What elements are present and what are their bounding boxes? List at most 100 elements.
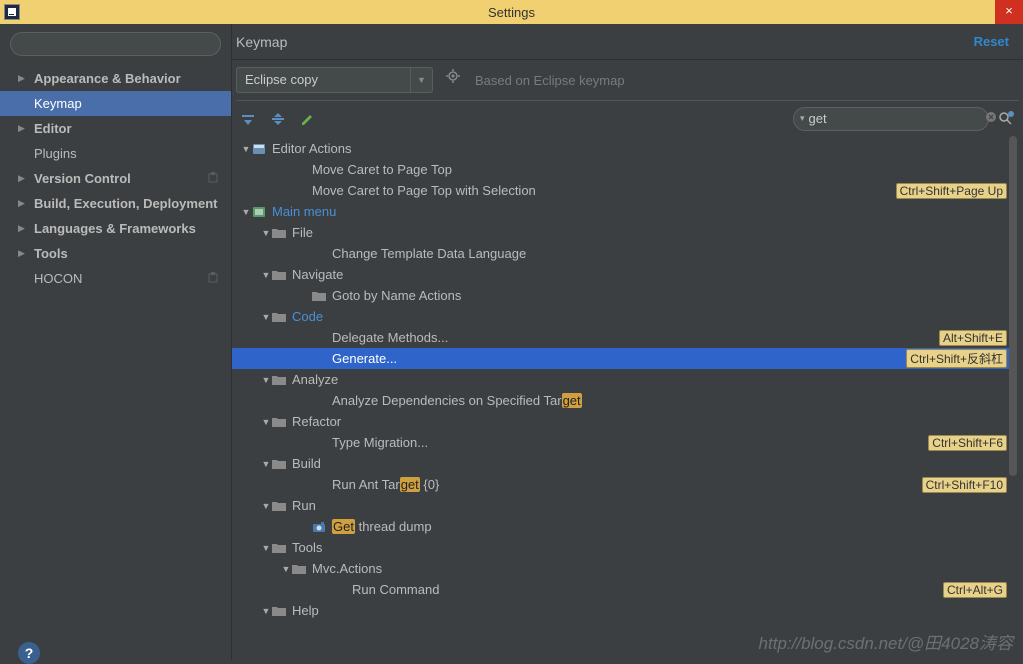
tree-label: Tools bbox=[292, 540, 322, 555]
find-by-shortcut-icon[interactable] bbox=[997, 110, 1015, 128]
sidebar-item-label: Editor bbox=[34, 121, 72, 136]
close-button[interactable]: × bbox=[995, 0, 1023, 24]
tree-row[interactable]: Run Ant Target {0} Ctrl+Shift+F10 bbox=[232, 474, 1017, 495]
sidebar-item-plugins[interactable]: Plugins bbox=[0, 141, 231, 166]
expand-tree-icon[interactable] bbox=[240, 111, 256, 127]
help-icon[interactable]: ? bbox=[18, 642, 40, 664]
expand-arrow-icon: ▶ bbox=[18, 123, 28, 134]
tree-row[interactable]: ▼Main menu bbox=[232, 201, 1017, 222]
tree-node-icon bbox=[272, 373, 288, 387]
expand-arrow-icon: ▶ bbox=[18, 173, 28, 184]
tree-row[interactable]: ▼Analyze bbox=[232, 369, 1017, 390]
sidebar-item-keymap[interactable]: Keymap bbox=[0, 91, 231, 116]
tree-label: Mvc.Actions bbox=[312, 561, 382, 576]
sidebar-search-input[interactable] bbox=[10, 32, 221, 56]
keymap-select[interactable]: Eclipse copy ▼ bbox=[236, 67, 433, 93]
sidebar-item-tools[interactable]: ▶Tools bbox=[0, 241, 231, 266]
sidebar-item-build-execution-deployment[interactable]: ▶Build, Execution, Deployment bbox=[0, 191, 231, 216]
window-title: Settings bbox=[488, 5, 535, 20]
action-search-box[interactable]: ▾ bbox=[793, 107, 989, 131]
tree-arrow-icon: ▼ bbox=[260, 228, 272, 238]
sidebar-item-editor[interactable]: ▶ Editor bbox=[0, 116, 231, 141]
collapse-tree-icon[interactable] bbox=[270, 111, 286, 127]
action-search-input[interactable] bbox=[805, 111, 985, 126]
tree-arrow-icon: ▼ bbox=[260, 375, 272, 385]
sidebar-item-label: HOCON bbox=[34, 271, 82, 286]
scrollbar[interactable] bbox=[1009, 136, 1017, 660]
tree-row[interactable]: ▼File bbox=[232, 222, 1017, 243]
sidebar-item-appearance-behavior[interactable]: ▶Appearance & Behavior bbox=[0, 66, 231, 91]
gear-icon[interactable] bbox=[441, 68, 465, 92]
tree-node-icon bbox=[272, 226, 288, 240]
tree-row[interactable]: Delegate Methods...Alt+Shift+E bbox=[232, 327, 1017, 348]
tree-row[interactable]: Run CommandCtrl+Alt+G bbox=[232, 579, 1017, 600]
sidebar-item-hocon[interactable]: HOCON bbox=[0, 266, 231, 291]
tree-row[interactable]: ▼ Tools bbox=[232, 537, 1017, 558]
tree-row[interactable]: Move Caret to Page Top with SelectionCtr… bbox=[232, 180, 1017, 201]
sidebar-item-languages-frameworks[interactable]: ▶Languages & Frameworks bbox=[0, 216, 231, 241]
tree-node-icon bbox=[312, 247, 328, 261]
tree-row[interactable]: ▼Run bbox=[232, 495, 1017, 516]
shortcut-badge: Ctrl+Shift+F6 bbox=[928, 435, 1007, 451]
tree-row[interactable]: ▼ Mvc.Actions bbox=[232, 558, 1017, 579]
tree-node-icon bbox=[312, 394, 328, 408]
tree-row[interactable]: ▼Editor Actions bbox=[232, 138, 1017, 159]
tree-node-icon bbox=[272, 415, 288, 429]
tree-arrow-icon: ▼ bbox=[260, 417, 272, 427]
tree-node-icon bbox=[272, 541, 288, 555]
edit-icon[interactable] bbox=[300, 111, 316, 127]
tree-arrow-icon: ▼ bbox=[280, 564, 292, 574]
breadcrumb: Keymap bbox=[236, 34, 287, 50]
reset-link[interactable]: Reset bbox=[974, 34, 1009, 49]
tree-label: Build bbox=[292, 456, 321, 471]
tree-arrow-icon: ▼ bbox=[260, 312, 272, 322]
content-panel: Keymap Reset Eclipse copy ▼ Based on Ecl… bbox=[232, 24, 1023, 660]
tree-node-icon bbox=[312, 520, 328, 534]
tree-label: Main menu bbox=[272, 204, 336, 219]
tree-node-icon bbox=[292, 163, 308, 177]
tree-row[interactable]: ▼ Refactor bbox=[232, 411, 1017, 432]
tree-label: Analyze Dependencies on Specified Target bbox=[332, 393, 582, 408]
sidebar-item-label: Plugins bbox=[34, 146, 77, 161]
tree-arrow-icon: ▼ bbox=[260, 543, 272, 553]
sidebar-item-label: Appearance & Behavior bbox=[34, 71, 181, 86]
tree-node-icon bbox=[332, 583, 348, 597]
app-icon bbox=[4, 4, 20, 20]
shortcut-badge: Ctrl+Shift+Page Up bbox=[896, 183, 1007, 199]
tree-node-icon bbox=[312, 436, 328, 450]
tree-label: Goto by Name Actions bbox=[332, 288, 461, 303]
sidebar-item-label: Version Control bbox=[34, 171, 131, 186]
tree-row[interactable]: ▼Build bbox=[232, 453, 1017, 474]
tree-label: Run Command bbox=[352, 582, 439, 597]
shortcut-badge: Ctrl+Shift+F10 bbox=[922, 477, 1007, 493]
sidebar-item-label: Keymap bbox=[34, 96, 82, 111]
tree-row[interactable]: Goto by Name Actions bbox=[232, 285, 1017, 306]
tree-row[interactable]: Analyze Dependencies on Specified Target bbox=[232, 390, 1017, 411]
sidebar-item-label: Languages & Frameworks bbox=[34, 221, 196, 236]
action-tree[interactable]: ▼Editor Actions Move Caret to Page Top Mov… bbox=[232, 136, 1017, 660]
shortcut-badge: Ctrl+Shift+反斜杠 bbox=[906, 349, 1007, 368]
tree-node-icon bbox=[292, 184, 308, 198]
tree-row[interactable]: Generate...Ctrl+Shift+反斜杠 bbox=[232, 348, 1017, 369]
tree-row[interactable]: Change Template Data Language bbox=[232, 243, 1017, 264]
tree-arrow-icon: ▼ bbox=[260, 606, 272, 616]
tree-label: Refactor bbox=[292, 414, 341, 429]
shortcut-badge: Alt+Shift+E bbox=[939, 330, 1007, 346]
chevron-down-icon[interactable]: ▼ bbox=[411, 67, 433, 93]
tree-row[interactable]: Get thread dump bbox=[232, 516, 1017, 537]
tree-label: Run Ant Target {0} bbox=[332, 477, 439, 492]
tree-row[interactable]: ▼ Code bbox=[232, 306, 1017, 327]
tree-label: Code bbox=[292, 309, 323, 324]
tree-row[interactable]: Type Migration...Ctrl+Shift+F6 bbox=[232, 432, 1017, 453]
tree-row[interactable]: ▼Navigate bbox=[232, 264, 1017, 285]
tree-node-icon bbox=[272, 268, 288, 282]
keymap-value: Eclipse copy bbox=[236, 67, 411, 93]
tree-node-icon bbox=[312, 289, 328, 303]
tree-row[interactable]: Move Caret to Page Top bbox=[232, 159, 1017, 180]
tree-row[interactable]: ▼Help bbox=[232, 600, 1017, 621]
sidebar-item-version-control[interactable]: ▶ Version Control bbox=[0, 166, 231, 191]
tree-arrow-icon: ▼ bbox=[260, 270, 272, 280]
tree-node-icon bbox=[252, 142, 268, 156]
clear-search-icon[interactable] bbox=[985, 111, 997, 126]
tree-label: Move Caret to Page Top bbox=[312, 162, 452, 177]
